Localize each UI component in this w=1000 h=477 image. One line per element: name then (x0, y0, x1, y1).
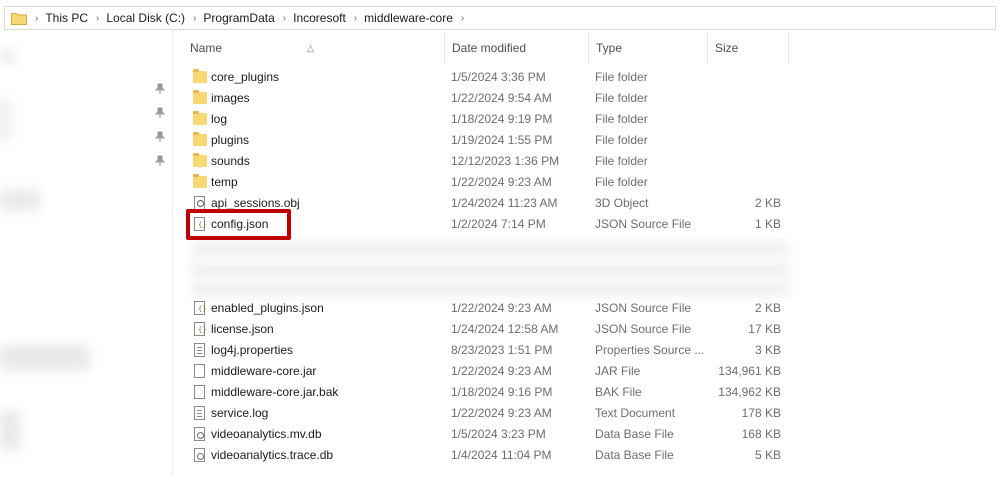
nav-item-blurred[interactable] (0, 50, 14, 64)
sort-up-icon: △ (307, 43, 314, 53)
folder-icon (193, 90, 207, 104)
list-item[interactable]: middleware-core.jar 1/22/2024 9:23 AM JAR … (183, 361, 793, 382)
list-item[interactable]: log 1/18/2024 9:19 PM File folder (183, 109, 793, 130)
list-item[interactable]: log4j.properties 8/23/2023 1:51 PM Propert… (183, 340, 793, 361)
list-item[interactable]: {} license.json 1/24/2024 12:58 AM JSON Sou… (183, 319, 793, 340)
list-item-blurred[interactable] (191, 263, 789, 277)
pin-icon[interactable] (154, 106, 166, 118)
column-header-size[interactable]: Size (708, 32, 789, 64)
column-header-row: Name △ Date modified Type Size (183, 32, 789, 64)
list-item[interactable]: core_plugins 1/5/2024 3:36 PM File folder (183, 67, 793, 88)
chevron-right-icon: › (282, 12, 287, 24)
list-item[interactable]: temp 1/22/2024 9:23 AM File folder (183, 172, 793, 193)
file-list[interactable]: Name △ Date modified Type Size core_plugi… (183, 32, 1000, 477)
folder-icon (193, 111, 207, 125)
list-item[interactable]: plugins 1/19/2024 1:55 PM File folder (183, 130, 793, 151)
list-item-blurred[interactable] (191, 242, 789, 256)
nav-item-blurred[interactable] (0, 190, 40, 210)
breadcrumb-incoresoft[interactable]: › Incoresoft (275, 11, 346, 25)
text-file-icon (194, 343, 205, 357)
nav-item-blurred[interactable] (0, 410, 20, 450)
chevron-right-icon: › (460, 12, 465, 24)
pin-icon[interactable] (154, 130, 166, 142)
pin-icon[interactable] (154, 154, 166, 166)
3d-object-icon (194, 196, 205, 210)
column-header-name[interactable]: Name △ (183, 32, 445, 64)
column-header-type[interactable]: Type (589, 32, 708, 64)
file-icon (194, 364, 205, 378)
folder-icon (193, 153, 207, 167)
nav-item-blurred[interactable] (0, 345, 90, 370)
pane-divider[interactable] (172, 30, 173, 477)
json-file-icon: {} (194, 322, 206, 336)
database-file-icon (194, 427, 205, 441)
pin-icon[interactable] (154, 82, 166, 94)
column-header-date[interactable]: Date modified (445, 32, 589, 64)
text-file-icon (194, 406, 205, 420)
chevron-right-icon: › (353, 12, 358, 24)
navigation-pane[interactable] (0, 30, 172, 477)
nav-item-blurred[interactable] (0, 100, 10, 140)
list-item[interactable]: service.log 1/22/2024 9:23 AM Text Documen… (183, 403, 793, 424)
file-icon (194, 385, 205, 399)
folder-icon (193, 174, 207, 188)
list-item[interactable]: videoanalytics.trace.db 1/4/2024 11:04 PM… (183, 445, 793, 466)
folder-icon (193, 132, 207, 146)
address-bar[interactable]: › This PC › Local Disk (C:) › ProgramData ›… (4, 6, 996, 30)
list-item[interactable]: {} enabled_plugins.json 1/22/2024 9:23 AM J… (183, 298, 793, 319)
folder-icon (193, 69, 207, 83)
chevron-right-icon: › (35, 12, 39, 24)
folder-icon (11, 12, 27, 25)
list-item[interactable]: images 1/22/2024 9:54 AM File folder (183, 88, 793, 109)
list-item[interactable]: middleware-core.jar.bak 1/18/2024 9:16 PM… (183, 382, 793, 403)
list-item[interactable]: videoanalytics.mv.db 1/5/2024 3:23 PM Data… (183, 424, 793, 445)
breadcrumb-programdata[interactable]: › ProgramData (185, 11, 275, 25)
highlight-box (186, 209, 291, 240)
breadcrumb-this-pc[interactable]: › This PC (27, 11, 88, 25)
chevron-right-icon: › (193, 12, 197, 24)
list-item-blurred[interactable] (191, 282, 789, 296)
json-file-icon: {} (194, 301, 206, 315)
breadcrumb-local-disk[interactable]: › Local Disk (C:) (88, 11, 185, 25)
breadcrumb-middleware-core[interactable]: › middleware-core › (346, 11, 471, 25)
chevron-right-icon: › (96, 12, 100, 24)
database-file-icon (194, 448, 205, 462)
list-item[interactable]: sounds 12/12/2023 1:36 PM File folder (183, 151, 793, 172)
